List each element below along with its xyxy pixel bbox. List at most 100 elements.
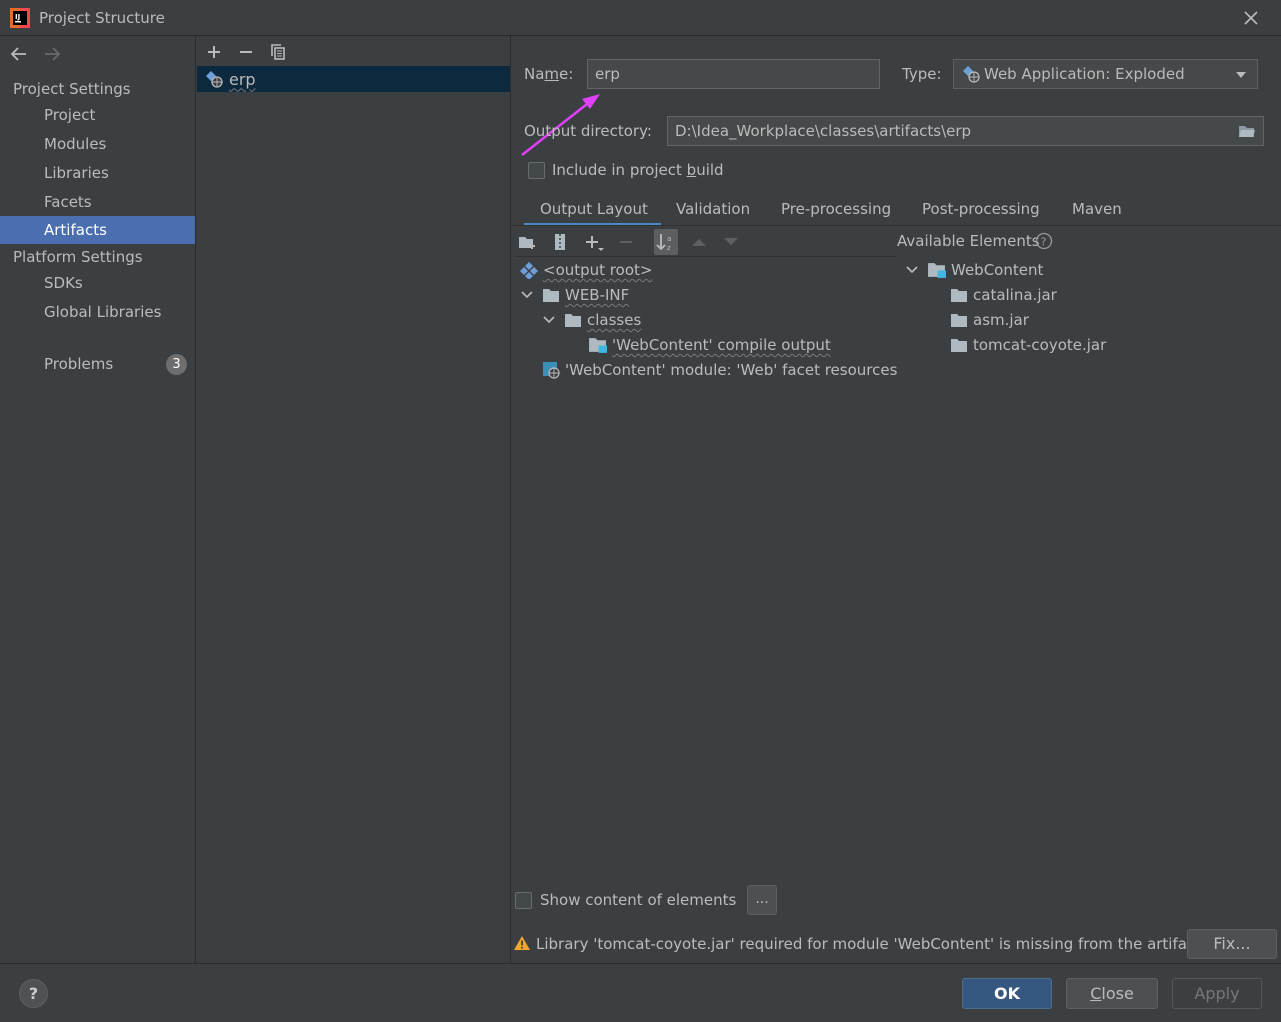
sidebar-item-artifacts[interactable]: Artifacts bbox=[0, 216, 195, 244]
sidebar-item-label: Problems bbox=[44, 355, 114, 373]
tabs-divider bbox=[512, 225, 1281, 226]
sidebar-item-facets[interactable]: Facets bbox=[0, 188, 195, 216]
chevron-down-icon[interactable] bbox=[542, 313, 556, 327]
artifact-item-label: erp bbox=[229, 69, 256, 89]
svg-text:a: a bbox=[667, 235, 671, 243]
tab-validation[interactable]: Validation bbox=[676, 198, 750, 226]
available-elements-title: Available Elements bbox=[897, 232, 1040, 250]
create-archive-button[interactable] bbox=[549, 231, 571, 253]
type-select-value: Web Application: Exploded bbox=[984, 65, 1185, 83]
forward-arrow-icon[interactable] bbox=[42, 44, 62, 64]
chevron-down-icon bbox=[1236, 72, 1246, 78]
arrow-down-icon bbox=[724, 238, 738, 245]
available-node-asm-jar[interactable]: asm.jar bbox=[950, 308, 1029, 332]
available-node-webcontent[interactable]: WebContent bbox=[905, 258, 1043, 282]
warning-message: Library 'tomcat-coyote.jar' required for… bbox=[536, 935, 1202, 953]
title-bar: IJ Project Structure bbox=[0, 0, 1281, 36]
tree-node-label: classes bbox=[587, 311, 642, 329]
output-layout-toolbar: az Available Elements ? bbox=[512, 227, 1281, 257]
available-node-catalina-jar[interactable]: catalina.jar bbox=[950, 283, 1057, 307]
remove-artifact-button[interactable] bbox=[235, 41, 257, 63]
move-up-button[interactable] bbox=[688, 231, 710, 253]
tree-node-label: 'WebContent' module: 'Web' facet resourc… bbox=[565, 361, 898, 379]
tree-node-label: WEB-INF bbox=[565, 286, 630, 304]
copy-artifact-button[interactable] bbox=[267, 41, 289, 63]
include-in-build-checkbox[interactable] bbox=[528, 162, 545, 179]
help-button[interactable]: ? bbox=[19, 979, 48, 1008]
sidebar-item-modules[interactable]: Modules bbox=[0, 130, 195, 158]
sidebar-item-global-libraries[interactable]: Global Libraries bbox=[0, 298, 195, 326]
sidebar-item-problems[interactable]: Problems 3 bbox=[0, 350, 195, 378]
tab-post-processing[interactable]: Post-processing bbox=[922, 198, 1040, 226]
new-directory-button[interactable] bbox=[517, 231, 539, 253]
available-node-tomcat-coyote-jar[interactable]: tomcat-coyote.jar bbox=[950, 333, 1106, 357]
tab-maven[interactable]: Maven bbox=[1072, 198, 1122, 226]
fix-button[interactable]: Fix... bbox=[1187, 929, 1277, 959]
intellij-app-icon: IJ bbox=[10, 8, 30, 28]
back-arrow-icon[interactable] bbox=[9, 44, 29, 64]
artifact-config-panel: Name: erp Type: Web Application: Explode… bbox=[512, 36, 1281, 963]
minus-icon bbox=[240, 51, 252, 53]
tab-output-layout[interactable]: Output Layout bbox=[524, 198, 661, 226]
tree-node-label: <output root> bbox=[543, 261, 653, 279]
help-question-icon[interactable]: ? bbox=[1035, 232, 1053, 250]
sidebar-item-sdks[interactable]: SDKs bbox=[0, 269, 195, 297]
output-directory-field[interactable]: D:\Idea_Workplace\classes\artifacts\erp bbox=[667, 116, 1264, 146]
artifact-item-erp[interactable]: erp bbox=[197, 66, 510, 92]
archive-icon bbox=[555, 234, 565, 250]
add-artifact-button[interactable] bbox=[203, 41, 225, 63]
tree-node-compile-output[interactable]: 'WebContent' compile output bbox=[588, 333, 831, 357]
show-content-checkbox[interactable] bbox=[515, 892, 532, 909]
folder-icon bbox=[951, 313, 967, 327]
sidebar-item-project[interactable]: Project bbox=[0, 101, 195, 129]
plus-icon bbox=[208, 46, 220, 58]
svg-text:?: ? bbox=[1041, 236, 1047, 249]
output-directory-label: Output directory: bbox=[524, 122, 652, 140]
remove-element-button[interactable] bbox=[615, 231, 637, 253]
ok-button[interactable]: OK bbox=[962, 978, 1052, 1009]
web-facet-icon bbox=[543, 362, 560, 379]
tree-node-label: asm.jar bbox=[973, 311, 1029, 329]
settings-sidebar: Project Settings Project Modules Librari… bbox=[0, 36, 196, 963]
module-folder-icon bbox=[928, 263, 946, 278]
sidebar-item-libraries[interactable]: Libraries bbox=[0, 159, 195, 187]
artifacts-list-panel: erp bbox=[197, 36, 511, 963]
folder-browse-icon[interactable] bbox=[1238, 124, 1256, 139]
apply-button[interactable]: Apply bbox=[1172, 978, 1262, 1009]
platform-settings-header: Platform Settings bbox=[13, 248, 143, 266]
tree-node-classes[interactable]: classes bbox=[542, 308, 641, 332]
show-content-label: Show content of elements bbox=[540, 891, 737, 909]
minus-icon bbox=[620, 241, 632, 243]
type-label: Type: bbox=[902, 65, 942, 83]
web-artifact-icon bbox=[963, 66, 980, 83]
include-in-build-label: Include in project build bbox=[552, 161, 724, 179]
sort-elements-toggle[interactable]: az bbox=[654, 229, 678, 255]
dialog-footer: ? OK Close Apply bbox=[0, 963, 1281, 1022]
tree-node-label: WebContent bbox=[951, 261, 1044, 279]
tree-node-label: catalina.jar bbox=[973, 286, 1057, 304]
close-button[interactable]: Close bbox=[1066, 978, 1158, 1009]
problems-count-badge: 3 bbox=[166, 354, 187, 375]
chevron-down-icon[interactable] bbox=[905, 263, 919, 277]
tree-node-web-inf[interactable]: WEB-INF bbox=[520, 283, 629, 307]
project-settings-header: Project Settings bbox=[13, 80, 131, 98]
folder-icon bbox=[565, 313, 581, 327]
close-window-icon[interactable] bbox=[1240, 7, 1262, 29]
type-select[interactable]: Web Application: Exploded bbox=[953, 59, 1258, 89]
web-artifact-icon bbox=[206, 71, 223, 88]
add-copy-button[interactable] bbox=[583, 231, 605, 253]
sort-az-icon: az bbox=[656, 234, 671, 252]
name-field[interactable]: erp bbox=[587, 59, 880, 89]
chevron-down-icon[interactable] bbox=[520, 288, 534, 302]
tree-node-label: tomcat-coyote.jar bbox=[973, 336, 1107, 354]
tree-node-output-root[interactable]: <output root> bbox=[520, 258, 652, 282]
svg-text:z: z bbox=[667, 244, 671, 252]
show-content-options-button[interactable]: ... bbox=[747, 885, 777, 915]
plus-dropdown-icon bbox=[586, 236, 604, 251]
tree-node-facet-resources[interactable]: 'WebContent' module: 'Web' facet resourc… bbox=[542, 358, 897, 382]
tab-pre-processing[interactable]: Pre-processing bbox=[781, 198, 891, 226]
new-folder-icon bbox=[519, 237, 535, 249]
move-down-button[interactable] bbox=[720, 231, 742, 253]
folder-icon bbox=[951, 338, 967, 352]
svg-text:IJ: IJ bbox=[15, 13, 20, 21]
